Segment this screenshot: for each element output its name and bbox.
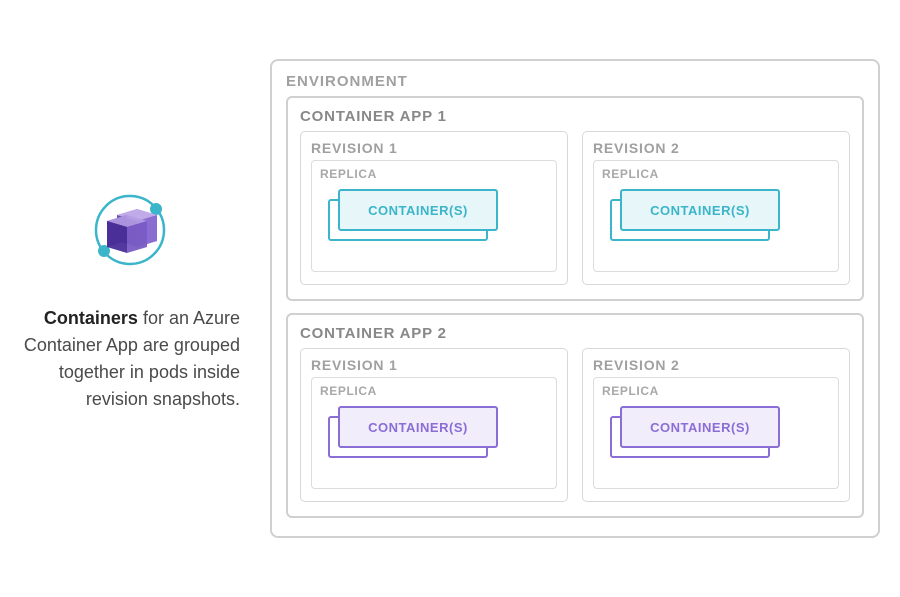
container-app-1: CONTAINER APP 1 REVISION 1 REPLICA CONTA… [286,96,864,301]
replica-box: REPLICA CONTAINER(S) [593,160,839,272]
replica-box: REPLICA CONTAINER(S) [593,377,839,489]
container-front: CONTAINER(S) [338,189,498,231]
replica-label: REPLICA [602,167,830,181]
description-text: Containers for an Azure Container App ar… [20,305,240,413]
container-front: CONTAINER(S) [338,406,498,448]
container-app-2: CONTAINER APP 2 REVISION 1 REPLICA CONTA… [286,313,864,518]
app-2-revision-2: REVISION 2 REPLICA CONTAINER(S) [582,348,850,502]
left-panel: Containers for an Azure Container App ar… [20,185,270,413]
description-bold: Containers [44,308,138,328]
revision-label: REVISION 1 [311,357,557,373]
replica-label: REPLICA [320,167,548,181]
environment-label: ENVIRONMENT [286,73,864,90]
container-stack: CONTAINER(S) [338,189,544,239]
container-stack: CONTAINER(S) [620,406,826,456]
app-1-revisions: REVISION 1 REPLICA CONTAINER(S) REVISION… [300,131,850,285]
revision-label: REVISION 2 [593,357,839,373]
replica-label: REPLICA [602,384,830,398]
replica-label: REPLICA [320,384,548,398]
container-front: CONTAINER(S) [620,406,780,448]
container-stack: CONTAINER(S) [338,406,544,456]
app-2-revisions: REVISION 1 REPLICA CONTAINER(S) REVISION… [300,348,850,502]
replica-box: REPLICA CONTAINER(S) [311,160,557,272]
replica-box: REPLICA CONTAINER(S) [311,377,557,489]
app-1-revision-1: REVISION 1 REPLICA CONTAINER(S) [300,131,568,285]
app-1-revision-2: REVISION 2 REPLICA CONTAINER(S) [582,131,850,285]
revision-label: REVISION 1 [311,140,557,156]
environment-box: ENVIRONMENT CONTAINER APP 1 REVISION 1 R… [270,59,880,538]
app-1-label: CONTAINER APP 1 [300,108,850,125]
container-apps-icon [85,185,175,275]
container-front: CONTAINER(S) [620,189,780,231]
container-stack: CONTAINER(S) [620,189,826,239]
revision-label: REVISION 2 [593,140,839,156]
app-2-revision-1: REVISION 1 REPLICA CONTAINER(S) [300,348,568,502]
app-2-label: CONTAINER APP 2 [300,325,850,342]
